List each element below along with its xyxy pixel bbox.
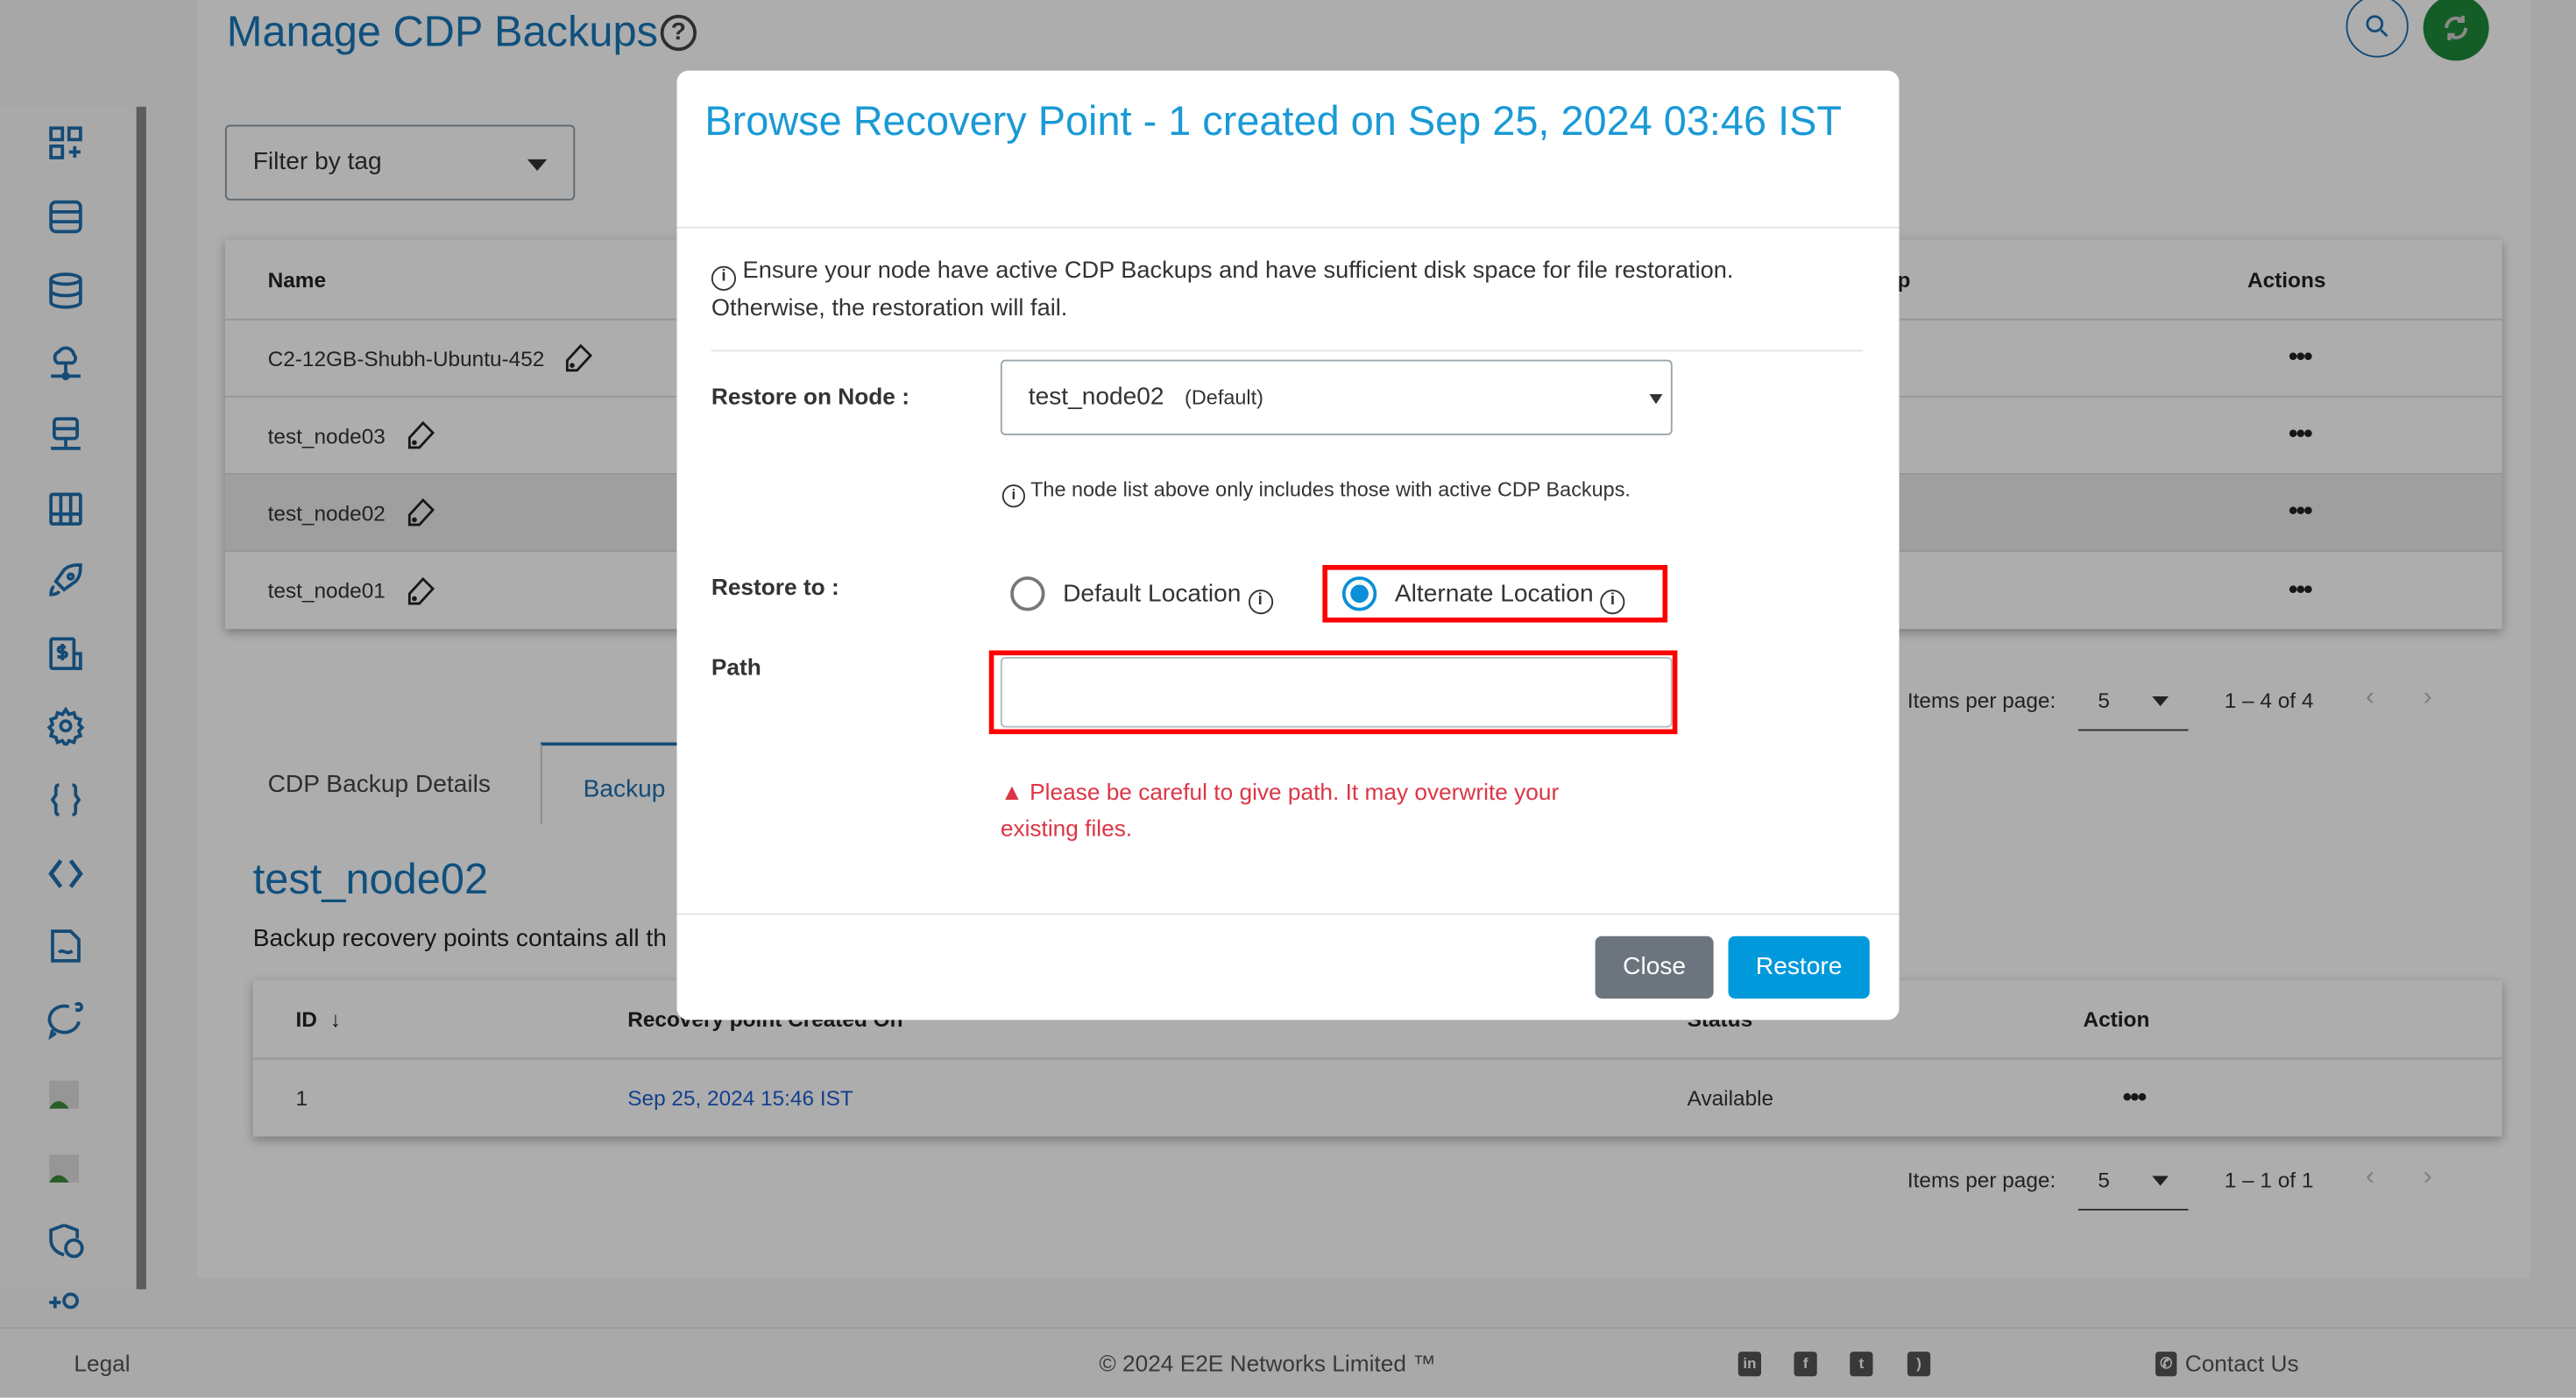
path-label: Path [711, 653, 761, 681]
warning-triangle-icon: ▲ [1000, 778, 1023, 805]
alternate-location-radio[interactable] [1341, 576, 1377, 611]
browse-recovery-point-dialog: Browse Recovery Point - 1 created on Sep… [676, 70, 1900, 1020]
restore-node-select[interactable]: test_node02 (Default) [1000, 359, 1673, 435]
alternate-location-label[interactable]: Alternate Location [1395, 580, 1594, 608]
info-icon: i [1001, 484, 1025, 508]
info-icon[interactable]: i [1600, 590, 1625, 615]
close-button[interactable]: Close [1595, 936, 1714, 999]
info-icon[interactable]: i [1248, 590, 1273, 615]
node-default-suffix: (Default) [1185, 385, 1263, 409]
info-message: Ensure your node have active CDP Backups… [711, 258, 1734, 322]
chevron-down-icon [1649, 394, 1663, 405]
default-location-radio[interactable] [1010, 576, 1045, 611]
node-list-note: The node list above only includes those … [1030, 477, 1631, 501]
restore-to-label: Restore to : [711, 573, 839, 600]
info-icon: i [711, 265, 736, 291]
path-input[interactable] [1000, 657, 1673, 728]
default-location-label[interactable]: Default Location [1063, 580, 1241, 608]
restore-button[interactable]: Restore [1728, 936, 1870, 999]
dialog-title: Browse Recovery Point - 1 created on Sep… [704, 98, 1843, 145]
path-warning: Please be careful to give path. It may o… [1000, 778, 1560, 841]
restore-on-node-label: Restore on Node : [711, 382, 909, 409]
node-select-value: test_node02 [1028, 382, 1164, 411]
